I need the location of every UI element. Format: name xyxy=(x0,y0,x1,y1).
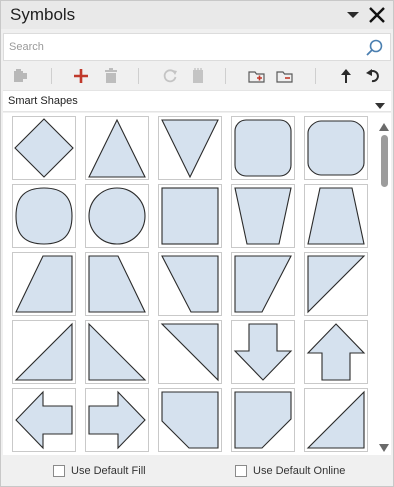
panel-menu-icon[interactable] xyxy=(345,8,361,22)
shape-corner-triangle-left[interactable] xyxy=(158,252,222,316)
toolbar-separator xyxy=(51,68,52,84)
toolbar-separator xyxy=(315,68,316,84)
shape-diamond[interactable] xyxy=(12,116,76,180)
trash-icon[interactable] xyxy=(101,66,121,86)
shape-rounded-rectangle[interactable] xyxy=(304,116,368,180)
refresh-icon[interactable] xyxy=(160,66,180,86)
shape-parallelogram-left[interactable] xyxy=(12,252,76,316)
panel-title: Symbols xyxy=(10,5,76,24)
shape-notched-square[interactable] xyxy=(231,388,295,452)
shape-triangle[interactable] xyxy=(85,116,149,180)
panel-footer: Use Default Fill Use Default Online xyxy=(1,456,393,486)
search-icon[interactable] xyxy=(364,38,384,58)
toolbar-separator xyxy=(138,68,139,84)
shape-trapezoid-down[interactable] xyxy=(231,184,295,248)
symbols-panel: Symbols Search Smart Shapes Use Default … xyxy=(0,0,394,487)
close-icon[interactable] xyxy=(366,4,388,26)
shape-parallelogram-right[interactable] xyxy=(85,252,149,316)
shape-right-triangle-bottom-right[interactable] xyxy=(12,320,76,384)
panel-titlebar: Symbols xyxy=(1,1,393,29)
library-dropdown[interactable]: Smart Shapes xyxy=(3,90,391,112)
shape-inverted-triangle[interactable] xyxy=(158,116,222,180)
scroll-up-icon[interactable] xyxy=(379,118,389,131)
shape-circle[interactable] xyxy=(85,184,149,248)
gallery-scrollbar[interactable] xyxy=(377,113,391,455)
use-default-fill-checkbox[interactable] xyxy=(53,465,65,477)
insert-symbol-icon[interactable] xyxy=(11,66,31,86)
toolbar-separator xyxy=(225,68,226,84)
scrollbar-thumb[interactable] xyxy=(381,135,388,187)
folder-remove-icon[interactable] xyxy=(275,66,295,86)
library-dropdown-value: Smart Shapes xyxy=(8,95,78,107)
undo-icon[interactable] xyxy=(364,66,384,86)
page-icon[interactable] xyxy=(188,66,208,86)
shape-pentagon-cut[interactable] xyxy=(158,388,222,452)
new-folder-icon[interactable] xyxy=(247,66,267,86)
shape-gallery xyxy=(3,113,391,455)
symbols-toolbar xyxy=(1,63,393,89)
shape-square[interactable] xyxy=(158,184,222,248)
up-arrow-icon[interactable] xyxy=(336,66,356,86)
use-default-outline-label: Use Default Online xyxy=(253,465,346,477)
use-default-fill-label: Use Default Fill xyxy=(71,465,146,477)
search-box[interactable]: Search xyxy=(3,33,391,61)
add-plus-icon[interactable] xyxy=(71,66,91,86)
shape-right-triangle-top-right[interactable] xyxy=(158,320,222,384)
shape-arrow-left[interactable] xyxy=(12,388,76,452)
scroll-down-icon[interactable] xyxy=(379,439,389,452)
shape-right-triangle-top-left[interactable] xyxy=(304,252,368,316)
shape-diagonal-triangle[interactable] xyxy=(304,388,368,452)
shape-arrow-up[interactable] xyxy=(304,320,368,384)
use-default-outline-checkbox[interactable] xyxy=(235,465,247,477)
shape-corner-triangle-right[interactable] xyxy=(231,252,295,316)
shape-rounded-circle[interactable] xyxy=(12,184,76,248)
chevron-down-icon[interactable] xyxy=(375,97,385,109)
shape-right-triangle-bottom-left[interactable] xyxy=(85,320,149,384)
shape-trapezoid-up[interactable] xyxy=(304,184,368,248)
shape-arrow-down[interactable] xyxy=(231,320,295,384)
search-input[interactable]: Search xyxy=(9,41,44,53)
shape-rounded-square[interactable] xyxy=(231,116,295,180)
shape-arrow-right[interactable] xyxy=(85,388,149,452)
